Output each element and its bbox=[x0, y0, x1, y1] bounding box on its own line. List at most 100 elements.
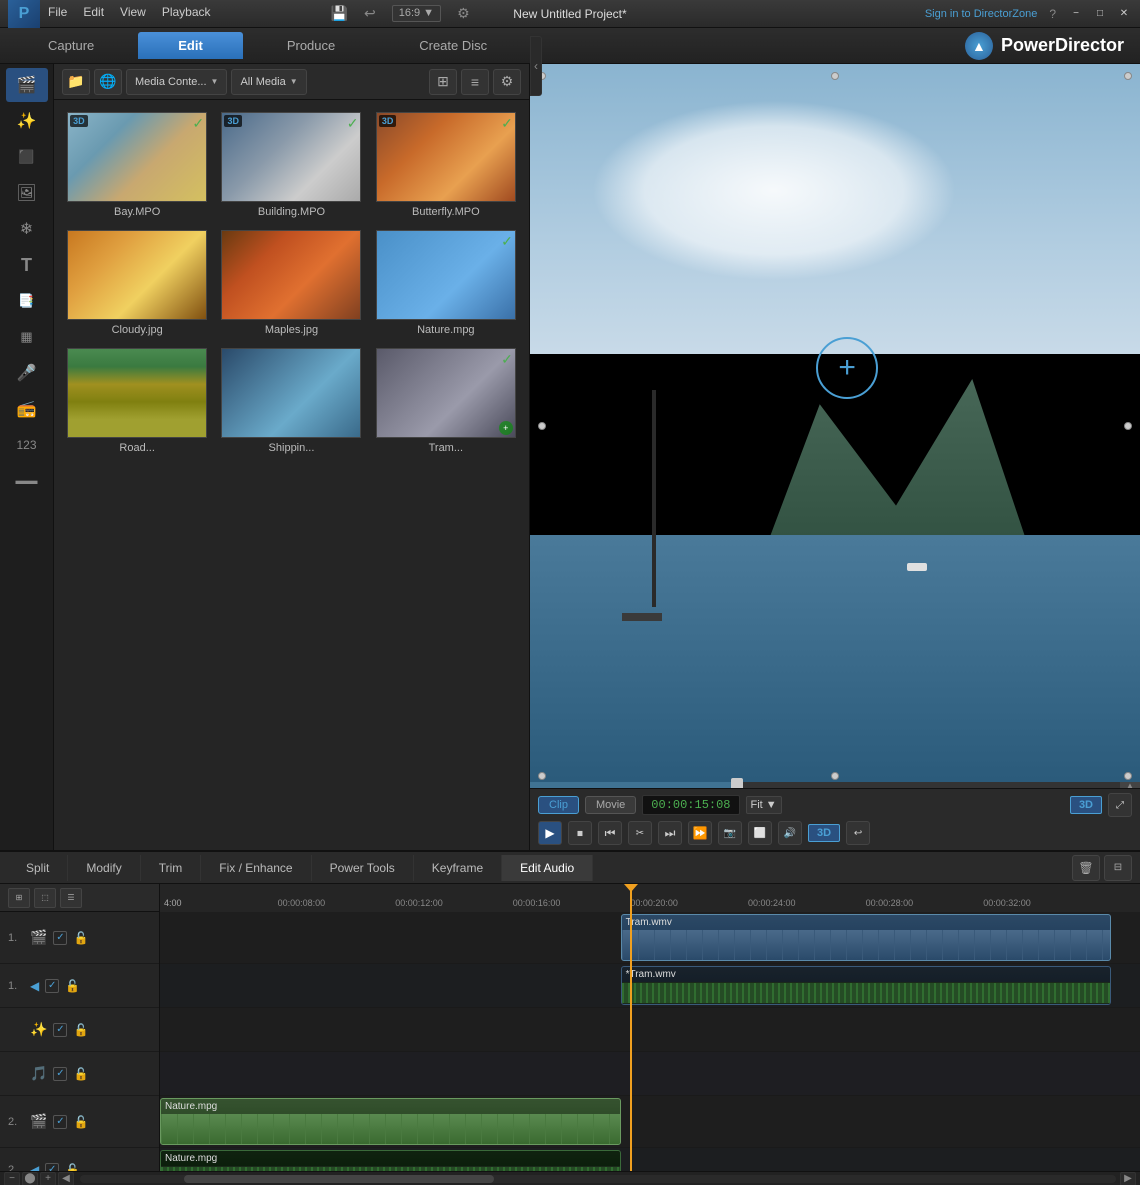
tab-modify[interactable]: Modify bbox=[68, 855, 140, 881]
scroll-left-button[interactable]: ◀ bbox=[58, 1172, 74, 1185]
web-media-button[interactable]: 🌐 bbox=[94, 69, 122, 95]
preview-handle-tc[interactable] bbox=[831, 72, 839, 80]
tab-trim[interactable]: Trim bbox=[141, 855, 202, 881]
minimize-button[interactable]: − bbox=[1068, 6, 1084, 22]
toolbar-effects[interactable]: ✨ bbox=[6, 104, 48, 138]
delete-clip-button[interactable]: 🗑 bbox=[1072, 855, 1100, 881]
play-button[interactable]: ▶ bbox=[538, 821, 562, 845]
tab-power-tools[interactable]: Power Tools bbox=[312, 855, 414, 881]
timeline-view-btn2[interactable]: ⬚ bbox=[34, 888, 56, 908]
menu-edit[interactable]: Edit bbox=[83, 5, 104, 22]
track-fx-toggle[interactable]: ✓ bbox=[53, 1023, 67, 1037]
track-lock-toggle[interactable]: 🔓 bbox=[73, 1023, 88, 1037]
toolbar-voice[interactable]: 🎤 bbox=[6, 356, 48, 390]
toolbar-subtitle[interactable]: ▦ bbox=[6, 320, 48, 354]
clip-nature-audio[interactable]: Nature.mpg bbox=[160, 1150, 621, 1171]
clip-tram-video[interactable]: Tram.wmv bbox=[621, 914, 1111, 961]
tab-split[interactable]: Split bbox=[8, 855, 68, 881]
track-row-music[interactable] bbox=[160, 1052, 1140, 1096]
track-row-2-video[interactable]: Nature.mpg bbox=[160, 1096, 1140, 1148]
3d-toggle-button[interactable]: 3D bbox=[808, 824, 840, 842]
sign-in-link[interactable]: Sign in to DirectorZone bbox=[925, 8, 1038, 20]
toolbar-pip[interactable]: 🖼 bbox=[6, 176, 48, 210]
tab-edit-audio[interactable]: Edit Audio bbox=[502, 855, 593, 881]
trim-button[interactable]: ✂ bbox=[628, 821, 652, 845]
media-item[interactable]: Shippin... bbox=[216, 344, 366, 458]
toolbar-audio[interactable]: 📻 bbox=[6, 392, 48, 426]
thumbnail-view-button[interactable]: ⊞ bbox=[429, 69, 457, 95]
media-item[interactable]: 3D ✓ Butterfly.MPO bbox=[371, 108, 521, 222]
preview-handle-ml[interactable] bbox=[538, 422, 546, 430]
fullscreen-button[interactable]: ⤢ bbox=[1108, 793, 1132, 817]
toolbar-media[interactable]: 🎬 bbox=[6, 68, 48, 102]
toolbar-credits[interactable]: ▬▬ bbox=[6, 464, 48, 498]
track-visibility-toggle[interactable]: ✓ bbox=[53, 931, 67, 945]
media-item[interactable]: 3D ✓ Bay.MPO bbox=[62, 108, 212, 222]
track-mute-toggle[interactable]: ✓ bbox=[45, 979, 59, 993]
toolbar-chapter[interactable]: 📑 bbox=[6, 284, 48, 318]
undo-button[interactable]: ↩ bbox=[846, 821, 870, 845]
media-item[interactable]: ✓ Nature.mpg bbox=[371, 226, 521, 340]
track-lock-toggle[interactable]: 🔓 bbox=[65, 979, 80, 993]
toolbar-numbers[interactable]: 123 bbox=[6, 428, 48, 462]
toolbar-particle[interactable]: ❄ bbox=[6, 212, 48, 246]
tab-produce[interactable]: Produce bbox=[247, 32, 375, 59]
menu-file[interactable]: File bbox=[48, 5, 67, 22]
output-button[interactable]: ⬜ bbox=[748, 821, 772, 845]
clip-mode-button[interactable]: Clip bbox=[538, 796, 579, 814]
timeline-ruler[interactable]: 4:00 00:00:08:00 00:00:12:00 00:00:16:00… bbox=[160, 884, 1140, 912]
zoom-reset-button[interactable]: ⬤ bbox=[22, 1172, 38, 1185]
timeline-scrollthumb[interactable] bbox=[184, 1175, 495, 1183]
3d-mode-button[interactable]: 3D bbox=[1070, 796, 1102, 814]
timeline-view-btn3[interactable]: ☰ bbox=[60, 888, 82, 908]
track-row-2-audio[interactable]: Nature.mpg bbox=[160, 1148, 1140, 1171]
track-row-1-audio[interactable]: *Tram.wmv bbox=[160, 964, 1140, 1008]
movie-mode-button[interactable]: Movie bbox=[585, 796, 636, 814]
media-item[interactable]: Cloudy.jpg bbox=[62, 226, 212, 340]
preview-handle-br[interactable] bbox=[1124, 772, 1132, 780]
scroll-right-button[interactable]: ▶ bbox=[1120, 1172, 1136, 1185]
toolbar-transitions[interactable]: ⬛ bbox=[6, 140, 48, 174]
preview-handle-bl[interactable] bbox=[538, 772, 546, 780]
tab-capture[interactable]: Capture bbox=[8, 32, 134, 59]
track-lock-toggle[interactable]: 🔓 bbox=[73, 1115, 88, 1129]
media-item[interactable]: ✓ + Tram... bbox=[371, 344, 521, 458]
zoom-select[interactable]: Fit ▼ bbox=[746, 796, 782, 814]
prev-frame-button[interactable]: ⏮ bbox=[598, 821, 622, 845]
tab-edit[interactable]: Edit bbox=[138, 32, 243, 59]
track-visibility-toggle[interactable]: ✓ bbox=[53, 1115, 67, 1129]
next-frame-button[interactable]: ⏭ bbox=[658, 821, 682, 845]
media-item[interactable]: Road... bbox=[62, 344, 212, 458]
track-lock-toggle[interactable]: 🔓 bbox=[73, 931, 88, 945]
preview-handle-mr[interactable] bbox=[1124, 422, 1132, 430]
preview-handle-bc[interactable] bbox=[831, 772, 839, 780]
menu-playback[interactable]: Playback bbox=[162, 5, 211, 22]
track-lock-toggle[interactable]: 🔓 bbox=[73, 1067, 88, 1081]
track-row-fx[interactable] bbox=[160, 1008, 1140, 1052]
media-item[interactable]: 3D ✓ Building.MPO bbox=[216, 108, 366, 222]
media-item[interactable]: Maples.jpg bbox=[216, 226, 366, 340]
snapshot-button[interactable]: 📷 bbox=[718, 821, 742, 845]
fast-forward-button[interactable]: ⏩ bbox=[688, 821, 712, 845]
tab-create-disc[interactable]: Create Disc bbox=[379, 32, 527, 59]
list-view-button[interactable]: ≡ bbox=[461, 69, 489, 95]
open-folder-button[interactable]: 📁 bbox=[62, 69, 90, 95]
menu-view[interactable]: View bbox=[120, 5, 146, 22]
ripple-delete-button[interactable]: ⊟ bbox=[1104, 855, 1132, 881]
track-row-1-video[interactable]: Tram.wmv bbox=[160, 912, 1140, 964]
content-filter-dropdown[interactable]: Media Conte... ▼ bbox=[126, 69, 227, 95]
track-music-toggle[interactable]: ✓ bbox=[53, 1067, 67, 1081]
zoom-out-button[interactable]: − bbox=[4, 1172, 20, 1185]
track-mute-toggle[interactable]: ✓ bbox=[45, 1163, 59, 1172]
preview-handle-tr[interactable] bbox=[1124, 72, 1132, 80]
toolbar-title[interactable]: T bbox=[6, 248, 48, 282]
close-button[interactable]: ✕ bbox=[1116, 6, 1132, 22]
timeline-view-btn[interactable]: ⊞ bbox=[8, 888, 30, 908]
track-lock-toggle[interactable]: 🔓 bbox=[65, 1163, 80, 1172]
tab-fix-enhance[interactable]: Fix / Enhance bbox=[201, 855, 311, 881]
volume-button[interactable]: 🔊 bbox=[778, 821, 802, 845]
clip-tram-audio[interactable]: *Tram.wmv bbox=[621, 966, 1111, 1005]
zoom-in-button[interactable]: + bbox=[40, 1172, 56, 1185]
settings-button[interactable]: ⚙ bbox=[493, 69, 521, 95]
media-type-dropdown[interactable]: All Media ▼ bbox=[231, 69, 306, 95]
